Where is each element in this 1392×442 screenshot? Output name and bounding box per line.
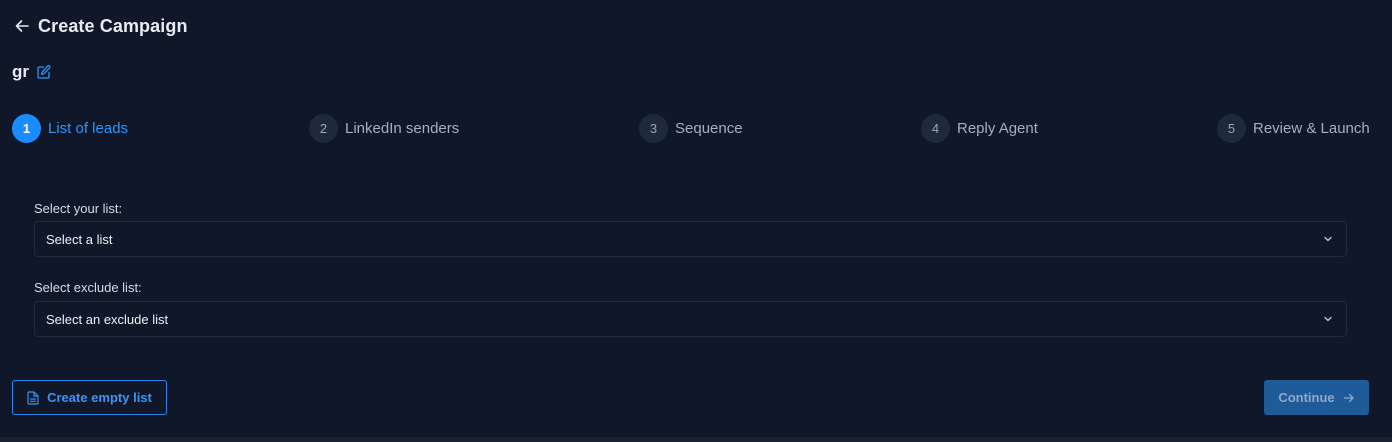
select-list-dropdown[interactable]: Select a list xyxy=(34,221,1347,257)
stepper: 1 List of leads 2 LinkedIn senders 3 Seq… xyxy=(12,113,1370,143)
create-empty-list-button[interactable]: Create empty list xyxy=(12,380,167,415)
step-number: 5 xyxy=(1217,113,1246,143)
step-label: LinkedIn senders xyxy=(345,119,460,137)
create-empty-list-label: Create empty list xyxy=(47,390,152,405)
arrow-left-icon xyxy=(15,20,29,32)
step-label: List of leads xyxy=(48,119,129,137)
back-button[interactable] xyxy=(13,17,31,35)
exclude-list-dropdown[interactable]: Select an exclude list xyxy=(34,301,1347,337)
step-label: Reply Agent xyxy=(957,119,1038,137)
step-number: 1 xyxy=(12,113,41,143)
edit-icon xyxy=(37,65,51,79)
select-list-value: Select a list xyxy=(46,231,113,247)
exclude-list-value: Select an exclude list xyxy=(46,311,169,327)
chevron-down-icon xyxy=(1322,313,1334,325)
header: Create Campaign xyxy=(13,14,188,38)
arrow-right-icon xyxy=(1343,392,1355,404)
create-campaign-page: Create Campaign gr 1 List of leads 2 Lin… xyxy=(0,0,1392,442)
step-reply-agent[interactable]: 4 Reply Agent xyxy=(921,113,1038,143)
step-label: Review & Launch xyxy=(1253,119,1370,137)
bottom-divider xyxy=(0,437,1392,442)
step-linkedin-senders[interactable]: 2 LinkedIn senders xyxy=(309,113,459,143)
step-sequence[interactable]: 3 Sequence xyxy=(639,113,743,143)
step-number: 4 xyxy=(921,113,950,143)
step-label: Sequence xyxy=(675,119,743,137)
step-review-launch[interactable]: 5 Review & Launch xyxy=(1217,113,1370,143)
continue-button[interactable]: Continue xyxy=(1264,380,1369,415)
page-title: Create Campaign xyxy=(38,15,188,36)
exclude-list-label: Select exclude list: xyxy=(34,280,142,295)
edit-name-button[interactable] xyxy=(37,65,51,79)
step-list-of-leads[interactable]: 1 List of leads xyxy=(12,113,128,143)
document-icon xyxy=(27,390,39,405)
step-number: 2 xyxy=(309,113,338,143)
step-number: 3 xyxy=(639,113,668,143)
chevron-down-icon xyxy=(1322,233,1334,245)
campaign-name-row: gr xyxy=(12,61,51,83)
continue-label: Continue xyxy=(1278,390,1335,405)
select-list-label: Select your list: xyxy=(34,201,123,216)
campaign-name: gr xyxy=(12,62,29,81)
